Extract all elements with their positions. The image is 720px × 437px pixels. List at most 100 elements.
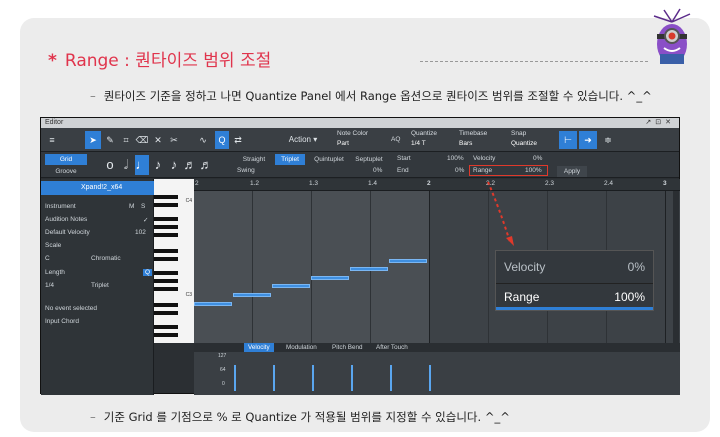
track-name[interactable]: Xpand!2_x64 — [41, 181, 154, 195]
input-chord-label[interactable]: Input Chord — [45, 318, 79, 325]
tab-velocity[interactable]: Velocity — [244, 343, 274, 352]
ruler-tick: 1.4 — [368, 180, 378, 187]
velocity-bar[interactable] — [273, 365, 275, 391]
quintuplet-button[interactable]: Quintuplet — [309, 154, 349, 165]
velocity-bar[interactable] — [429, 365, 431, 391]
loop-icon[interactable]: ⊢ — [559, 131, 577, 149]
callout-arrow-icon — [487, 181, 514, 246]
timebase-label: Timebase — [459, 130, 488, 137]
aq-label[interactable]: AQ — [391, 136, 400, 143]
eighth-note-icon[interactable]: ♪ — [151, 155, 165, 175]
timebase-select[interactable]: Bars — [459, 140, 472, 147]
range-tool-icon[interactable]: ⌗ — [119, 131, 133, 149]
editor-titlebar: Editor ↗⊡✕ — [41, 118, 679, 128]
midi-note[interactable] — [350, 267, 388, 271]
ruler-tick: 3 — [663, 180, 667, 187]
arrow-tool-icon[interactable]: ➤ — [85, 131, 101, 149]
scale-type-select[interactable]: Chromatic — [91, 255, 121, 262]
note-color-select[interactable]: Part — [337, 140, 349, 147]
swing-value[interactable]: 0% — [373, 167, 382, 174]
solo-button[interactable]: S — [141, 203, 145, 210]
sixtyfourth-note-icon[interactable]: ♬ — [199, 155, 213, 175]
ruler-tick: 2.4 — [604, 180, 614, 187]
action-label: Action — [288, 135, 311, 144]
bullet-bottom-text: 기준 Grid 를 기점으로 % 로 Quantize 가 적용될 범위를 지정… — [103, 410, 510, 424]
vertical-scrollbar[interactable] — [673, 191, 679, 343]
default-velocity-label: Default Velocity — [45, 229, 90, 236]
midi-note[interactable] — [311, 276, 349, 280]
mute-tool-icon[interactable]: ✕ — [151, 131, 165, 149]
bullet-dash: – — [90, 410, 96, 424]
velocity-lane[interactable]: 127 64 0 — [194, 352, 680, 395]
midi-note[interactable] — [389, 259, 427, 263]
velocity-bar[interactable] — [312, 365, 314, 391]
default-velocity-value[interactable]: 102 — [135, 229, 146, 236]
piano-label-c4: C4 — [185, 198, 192, 204]
end-value[interactable]: 0% — [455, 167, 464, 174]
straight-button[interactable]: Straight — [237, 154, 271, 165]
velocity-label: Velocity — [473, 155, 496, 162]
septuplet-button[interactable]: Septuplet — [351, 154, 387, 165]
zoom-range-label: Range — [504, 290, 540, 304]
quantize-panel: Grid Groove o 𝅗𝅥 ♩ ♪ ♪ ♬ ♬ Straight Trip… — [41, 152, 679, 178]
velocity-value[interactable]: 0% — [533, 155, 542, 162]
tab-after-touch[interactable]: After Touch — [376, 343, 408, 352]
editor-toolbar: ≡ ➤ ✎ ⌗ ⌫ ✕ ✂ ∿ Q ⇄ Action ▾ Note Color … — [41, 128, 679, 152]
action-button[interactable]: Action ▾ — [285, 131, 321, 149]
slide-title: * Range : 퀀타이즈 범위 조절 — [48, 46, 271, 71]
quantize-tool-icon[interactable]: Q — [215, 131, 229, 149]
note-color-label: Note Color — [337, 130, 369, 137]
piano-label-c3: C3 — [185, 292, 192, 298]
grid-button[interactable]: Grid — [45, 154, 87, 165]
triplet-button[interactable]: Triplet — [275, 154, 305, 165]
forward-arrow-icon[interactable]: ➜ — [579, 131, 597, 149]
scale-label: Scale — [45, 242, 62, 249]
eraser-tool-icon[interactable]: ⌫ — [135, 131, 149, 149]
tab-modulation[interactable]: Modulation — [286, 343, 317, 352]
start-value[interactable]: 100% — [447, 155, 464, 162]
groove-button[interactable]: Groove — [45, 166, 87, 177]
paint-tool-icon[interactable]: ✂ — [167, 131, 181, 149]
audition-checkbox[interactable]: ✓ — [143, 216, 148, 224]
menu-icon[interactable]: ≡ — [45, 131, 59, 149]
length-mode-select[interactable]: Triplet — [91, 282, 109, 289]
midi-note[interactable] — [233, 293, 271, 297]
instrument-label: Instrument — [45, 203, 76, 210]
length-value-select[interactable]: 1/4 — [45, 282, 54, 289]
follow-tool-icon[interactable]: ⇄ — [231, 131, 245, 149]
snap-select[interactable]: Quantize — [511, 140, 537, 147]
whole-note-icon[interactable]: o — [103, 155, 117, 175]
tab-pitch-bend[interactable]: Pitch Bend — [332, 343, 362, 352]
velocity-bar[interactable] — [234, 365, 236, 391]
zoom-velocity-row: Velocity 0% — [496, 254, 653, 280]
end-label: End — [397, 167, 409, 174]
ruler-tick: 1.3 — [309, 180, 319, 187]
inspector-icon[interactable]: ≑ — [599, 131, 617, 149]
window-controls[interactable]: ↗⊡✕ — [645, 118, 675, 128]
range-highlight-box — [469, 165, 548, 176]
length-label: Length — [45, 269, 65, 276]
midi-note[interactable] — [194, 302, 232, 306]
velocity-bar[interactable] — [390, 365, 392, 391]
velocity-bar[interactable] — [351, 365, 353, 391]
velocity-scale-max: 127 — [218, 353, 227, 359]
quantize-label: Quantize — [411, 130, 438, 137]
sixteenth-note-icon[interactable]: ♪ — [167, 155, 181, 175]
quantize-select[interactable]: 1/4 T — [411, 140, 426, 147]
timeline-ruler[interactable]: 2 1.2 1.3 1.4 2 2.2 2.3 2.4 3 — [194, 179, 680, 191]
half-note-icon[interactable]: 𝅗𝅥 — [119, 155, 133, 175]
piano-keyboard[interactable]: C4 C3 — [154, 179, 194, 343]
velocity-scale-mid: 64 — [220, 367, 226, 373]
zoom-range-row: Range 100% — [496, 283, 653, 309]
apply-button[interactable]: Apply — [557, 166, 587, 177]
bend-tool-icon[interactable]: ∿ — [193, 131, 213, 149]
pencil-tool-icon[interactable]: ✎ — [103, 131, 117, 149]
quarter-note-icon[interactable]: ♩ — [135, 155, 149, 175]
bullet-top: – 퀀타이즈 기준을 정하고 나면 Quantize Panel 에서 Range… — [90, 88, 652, 104]
scale-root-select[interactable]: C — [45, 255, 50, 262]
length-quantize-icon[interactable]: Q — [143, 269, 153, 276]
ruler-tick: 1.2 — [250, 180, 260, 187]
midi-note[interactable] — [272, 284, 310, 288]
thirtysecond-note-icon[interactable]: ♬ — [183, 155, 197, 175]
mute-button[interactable]: M — [129, 203, 134, 210]
